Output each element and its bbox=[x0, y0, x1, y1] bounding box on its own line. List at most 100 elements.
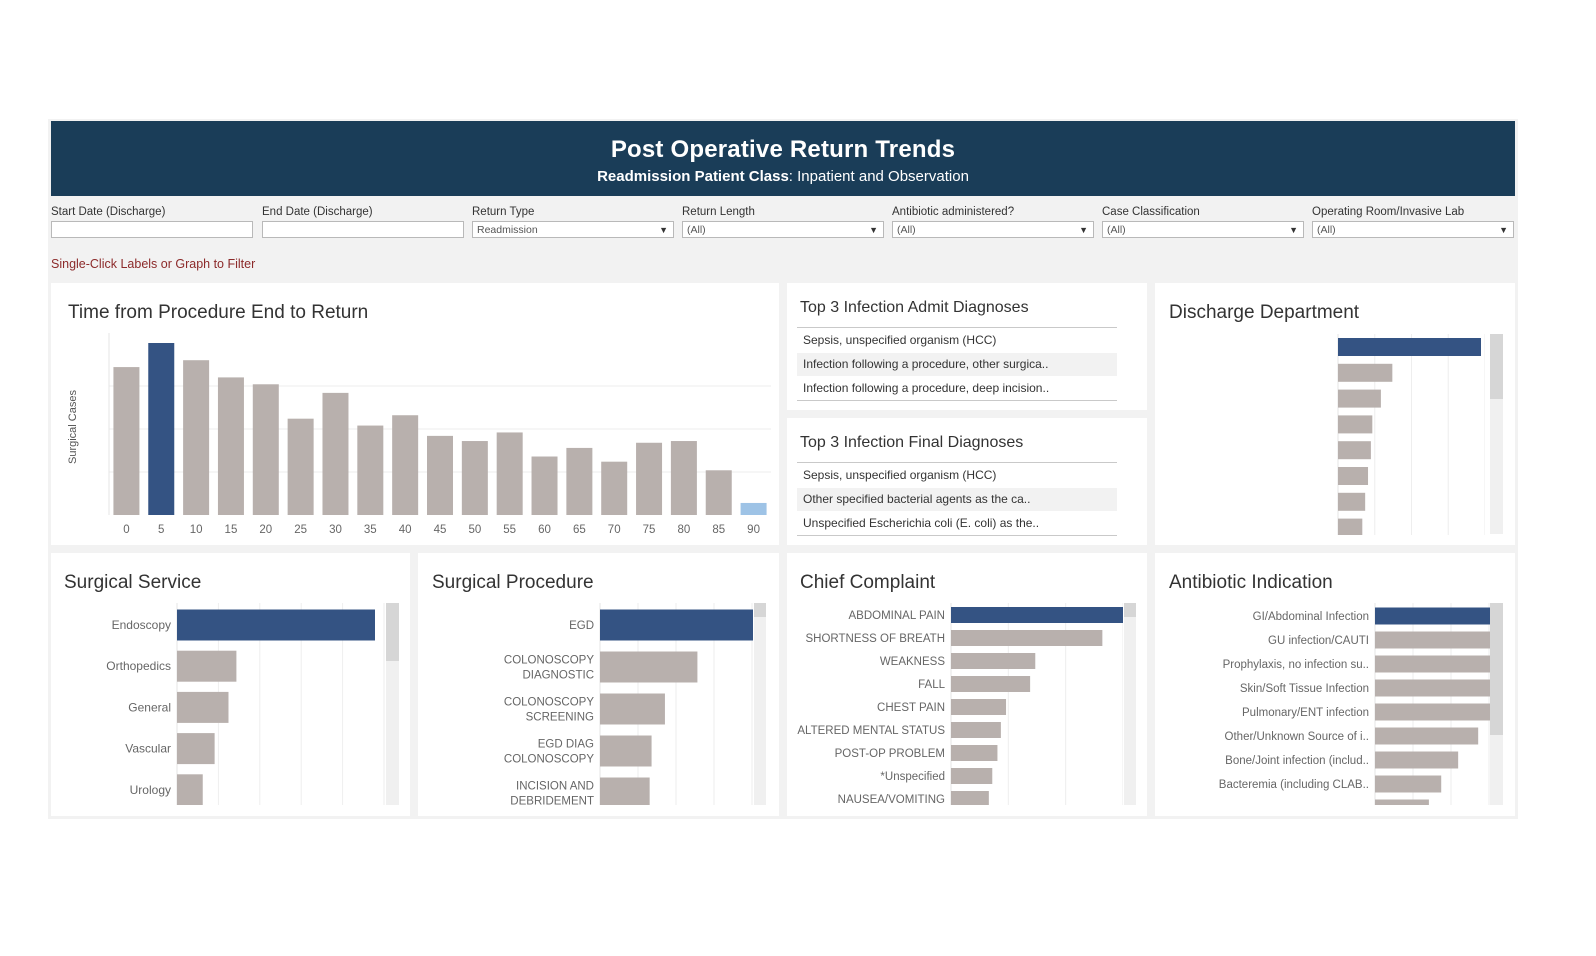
bar[interactable] bbox=[177, 774, 203, 805]
category-label[interactable]: COLONOSCOPY bbox=[504, 697, 594, 709]
bar[interactable] bbox=[1375, 727, 1479, 745]
category-label[interactable]: Urology bbox=[130, 783, 171, 797]
scrollbar[interactable] bbox=[1490, 334, 1503, 534]
bar[interactable] bbox=[461, 441, 488, 515]
scrollbar[interactable] bbox=[1124, 603, 1136, 805]
category-label[interactable]: *Unspecified bbox=[880, 771, 945, 783]
bar[interactable] bbox=[951, 630, 1103, 646]
bar[interactable] bbox=[951, 653, 1036, 669]
category-label[interactable]: ABDOMINAL PAIN bbox=[849, 610, 946, 622]
end-date-input[interactable] bbox=[262, 221, 464, 238]
bar[interactable] bbox=[600, 609, 753, 641]
diagnosis-row[interactable]: Sepsis, unspecified organism (HCC) bbox=[797, 329, 1117, 352]
bar[interactable] bbox=[566, 447, 593, 515]
category-label[interactable]: Orthopedics bbox=[106, 659, 171, 673]
category-label[interactable]: GI/Abdominal Infection bbox=[1253, 611, 1369, 623]
bar[interactable] bbox=[705, 470, 732, 515]
bar[interactable] bbox=[177, 733, 215, 765]
bar[interactable] bbox=[113, 367, 140, 515]
scrollbar-thumb[interactable] bbox=[1124, 603, 1136, 617]
category-label[interactable]: POST-OP PROBLEM bbox=[835, 748, 945, 760]
category-label[interactable]: Pulmonary/ENT infection bbox=[1242, 707, 1369, 719]
diagnosis-row[interactable]: Unspecified Escherichia coli (E. coli) a… bbox=[797, 512, 1117, 535]
bar[interactable] bbox=[427, 435, 453, 515]
scrollbar-thumb[interactable] bbox=[386, 603, 399, 661]
bar[interactable] bbox=[600, 651, 698, 683]
diagnosis-row[interactable]: Sepsis, unspecified organism (HCC) bbox=[797, 464, 1117, 487]
diagnosis-row[interactable]: Infection following a procedure, other s… bbox=[797, 353, 1117, 376]
category-label[interactable]: Skin/Soft Tissue Infection bbox=[1240, 683, 1369, 695]
category-label[interactable]: WEAKNESS bbox=[880, 656, 946, 668]
scrollbar[interactable] bbox=[386, 603, 399, 805]
bar[interactable] bbox=[1338, 389, 1381, 408]
bar[interactable] bbox=[1375, 631, 1490, 649]
bar[interactable] bbox=[357, 425, 384, 515]
category-label[interactable]: Endoscopy bbox=[112, 618, 171, 632]
scrollbar-thumb[interactable] bbox=[754, 603, 766, 617]
category-label[interactable]: FALL bbox=[918, 679, 945, 691]
category-label[interactable]: COLONOSCOPY bbox=[504, 655, 594, 667]
bar[interactable] bbox=[951, 745, 998, 761]
bar[interactable] bbox=[148, 343, 175, 515]
chart-chief-complaint[interactable]: ABDOMINAL PAIN SHORTNESS OF BREATH WEAKNES… bbox=[787, 553, 1123, 816]
bar[interactable] bbox=[600, 777, 650, 806]
category-label[interactable]: DEBRIDEMENT bbox=[510, 796, 594, 808]
category-label[interactable]: EGD DIAG bbox=[538, 739, 594, 751]
operating-room-dropdown[interactable]: (All) ▼ bbox=[1312, 221, 1514, 238]
category-label[interactable]: INCISION AND bbox=[516, 781, 594, 793]
bar[interactable] bbox=[1338, 363, 1393, 382]
bar[interactable] bbox=[1375, 799, 1429, 806]
bar[interactable] bbox=[600, 735, 652, 767]
bar[interactable] bbox=[1338, 415, 1373, 434]
bar[interactable] bbox=[600, 693, 665, 725]
bar[interactable] bbox=[177, 650, 237, 682]
chart-surgical-service[interactable]: Endoscopy Orthopedics General Vascular Urolo… bbox=[51, 553, 386, 816]
bar[interactable] bbox=[670, 441, 697, 515]
bar[interactable] bbox=[496, 432, 523, 515]
start-date-input[interactable] bbox=[51, 221, 253, 238]
category-label[interactable]: GU infection/CAUTI bbox=[1268, 635, 1369, 647]
category-label[interactable]: NAUSEA/VOMITING bbox=[838, 794, 945, 806]
category-label[interactable]: EGD bbox=[569, 620, 594, 632]
category-label[interactable]: COLONOSCOPY bbox=[504, 754, 594, 766]
bar[interactable] bbox=[951, 676, 1031, 692]
bar[interactable] bbox=[217, 377, 244, 515]
chart-time-to-return[interactable]: 0 5 10 15 20 25 30 35 40 45 50 55 60 65 70 75 80 85 90 bbox=[51, 283, 779, 545]
chart-discharge-department[interactable] bbox=[1155, 283, 1485, 545]
case-classification-dropdown[interactable]: (All) ▼ bbox=[1102, 221, 1304, 238]
chart-antibiotic-indication[interactable]: GI/Abdominal Infection GU infection/CAUTI… bbox=[1155, 553, 1490, 816]
bar[interactable] bbox=[252, 384, 279, 515]
bar[interactable] bbox=[951, 768, 993, 784]
bar[interactable] bbox=[1375, 679, 1490, 697]
category-label[interactable]: Bacteremia (including CLAB.. bbox=[1219, 779, 1369, 791]
bar[interactable] bbox=[951, 699, 1007, 715]
bar[interactable] bbox=[951, 791, 989, 805]
scrollbar[interactable] bbox=[1490, 603, 1503, 805]
bar[interactable] bbox=[1375, 751, 1459, 769]
scrollbar-thumb[interactable] bbox=[1490, 603, 1503, 735]
bar[interactable] bbox=[740, 502, 767, 515]
bar[interactable] bbox=[531, 456, 558, 515]
bar[interactable] bbox=[1338, 518, 1363, 535]
category-label[interactable]: CHEST PAIN bbox=[877, 702, 945, 714]
bar[interactable] bbox=[1338, 338, 1481, 356]
bar[interactable] bbox=[1338, 441, 1371, 460]
bar[interactable] bbox=[392, 415, 419, 515]
scrollbar[interactable] bbox=[754, 603, 766, 805]
category-label[interactable]: Vascular bbox=[125, 742, 171, 756]
bar[interactable] bbox=[287, 418, 314, 515]
category-label[interactable]: Prophylaxis, no infection su.. bbox=[1223, 659, 1369, 671]
diagnosis-row[interactable]: Other specified bacterial agents as the … bbox=[797, 488, 1117, 511]
return-type-dropdown[interactable]: Readmission ▼ bbox=[472, 221, 674, 238]
bar[interactable] bbox=[1375, 607, 1490, 625]
bar[interactable] bbox=[177, 691, 229, 723]
bar[interactable] bbox=[1375, 655, 1490, 673]
bar[interactable] bbox=[636, 442, 663, 515]
bar[interactable] bbox=[322, 392, 349, 515]
bar[interactable] bbox=[951, 607, 1123, 623]
bar[interactable] bbox=[183, 360, 210, 515]
diagnosis-row[interactable]: Infection following a procedure, deep in… bbox=[797, 377, 1117, 400]
category-label[interactable]: SHORTNESS OF BREATH bbox=[805, 633, 945, 645]
bar[interactable] bbox=[1375, 703, 1490, 721]
category-label[interactable]: Other/Unknown Source of i.. bbox=[1225, 731, 1369, 743]
